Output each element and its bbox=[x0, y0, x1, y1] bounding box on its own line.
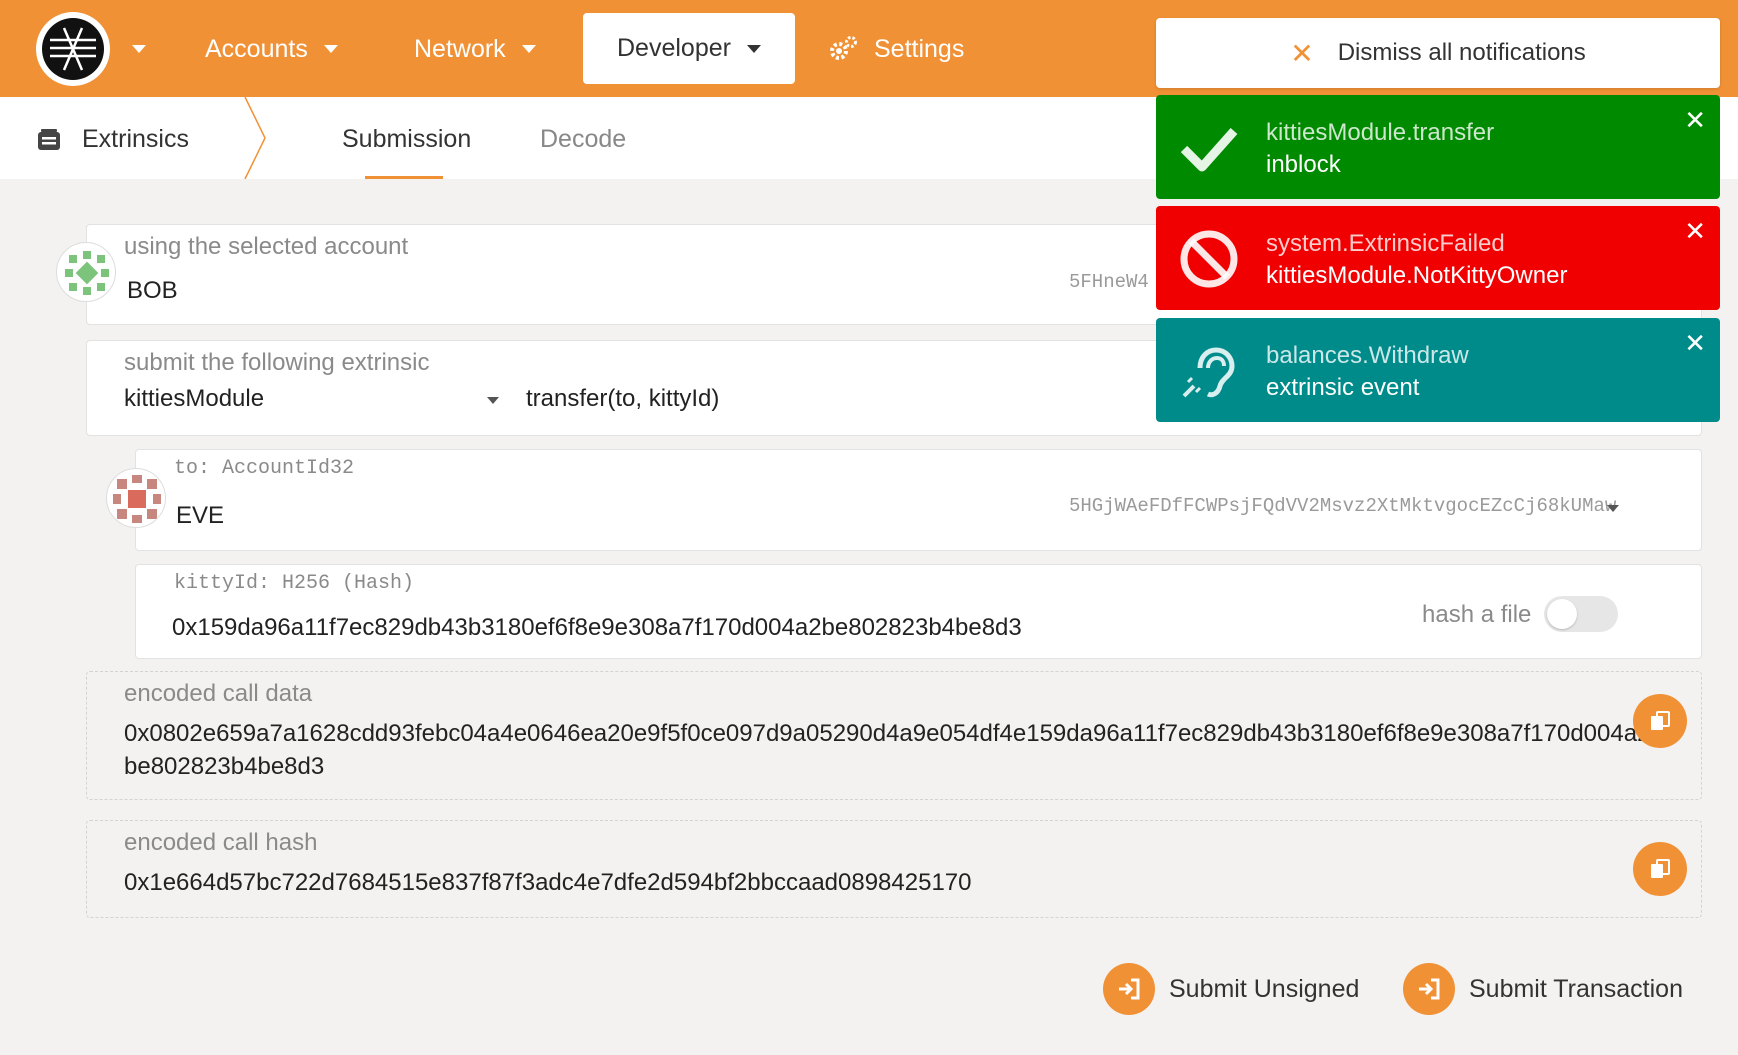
chevron-down-icon bbox=[487, 397, 499, 404]
section-title-label: Extrinsics bbox=[82, 125, 189, 153]
nav-network-label: Network bbox=[414, 34, 506, 63]
close-icon[interactable]: ✕ bbox=[1684, 105, 1706, 136]
breadcrumb-divider bbox=[244, 97, 266, 179]
extrinsics-icon bbox=[38, 128, 60, 150]
sign-in-icon bbox=[1403, 963, 1455, 1015]
param-to-name: EVE bbox=[176, 502, 225, 529]
param-kitty-label: kittyId: H256 (Hash) bbox=[174, 572, 415, 595]
copy-icon bbox=[1651, 859, 1670, 878]
encoded-call-hash-value: 0x1e664d57bc722d7684515e837f87f3adc4e7df… bbox=[124, 869, 972, 896]
account-label: using the selected account bbox=[124, 233, 409, 260]
param-to-label: to: AccountId32 bbox=[174, 457, 355, 480]
notification-subtitle: inblock bbox=[1266, 151, 1341, 178]
hash-file-toggle[interactable] bbox=[1544, 596, 1618, 632]
nav-accounts[interactable]: Accounts bbox=[205, 29, 338, 69]
close-icon: ✕ bbox=[1290, 37, 1314, 69]
chain-selector-caret-icon[interactable] bbox=[132, 45, 146, 53]
nav-network[interactable]: Network bbox=[414, 29, 536, 69]
nav-developer[interactable]: Developer bbox=[583, 13, 795, 84]
account-address: 5FHneW4 bbox=[1069, 271, 1149, 293]
dismiss-all-button[interactable]: ✕ Dismiss all notifications bbox=[1156, 18, 1720, 88]
recipient-identicon bbox=[106, 468, 166, 528]
chevron-down-icon bbox=[323, 45, 338, 53]
encoded-call-data-line2: be802823b4be8d3 bbox=[124, 753, 325, 780]
method-dropdown[interactable]: transfer(to, kittyId) bbox=[526, 385, 719, 413]
account-identicon bbox=[56, 242, 116, 302]
nav-developer-label: Developer bbox=[617, 34, 731, 62]
dismiss-all-label: Dismiss all notifications bbox=[1337, 39, 1586, 66]
encoded-call-hash-box: encoded call hash 0x1e664d57bc722d768451… bbox=[86, 820, 1702, 918]
encoded-call-data-label: encoded call data bbox=[124, 680, 313, 707]
nav-accounts-label: Accounts bbox=[205, 34, 308, 63]
nav-settings-label: Settings bbox=[874, 34, 965, 63]
module-dropdown[interactable]: kittiesModule bbox=[124, 385, 499, 425]
ban-icon bbox=[1180, 230, 1238, 288]
active-tab-indicator bbox=[365, 176, 443, 179]
notification-subtitle: kittiesModule.NotKittyOwner bbox=[1266, 262, 1568, 289]
close-icon[interactable]: ✕ bbox=[1684, 216, 1706, 247]
close-icon[interactable]: ✕ bbox=[1684, 328, 1706, 359]
chevron-down-icon bbox=[746, 44, 761, 53]
encoded-call-hash-label: encoded call hash bbox=[124, 829, 318, 856]
toggle-knob bbox=[1547, 599, 1577, 629]
notification-error: system.ExtrinsicFailed kittiesModule.Not… bbox=[1156, 206, 1720, 310]
submit-transaction-label: Submit Transaction bbox=[1469, 974, 1683, 1003]
hash-file-label: hash a file bbox=[1422, 601, 1532, 628]
copy-icon bbox=[1651, 711, 1670, 730]
copy-call-hash-button[interactable] bbox=[1633, 842, 1687, 896]
tab-decode[interactable]: Decode bbox=[540, 125, 626, 154]
notification-event: balances.Withdraw extrinsic event ✕ bbox=[1156, 318, 1720, 422]
notification-title: system.ExtrinsicFailed bbox=[1266, 230, 1505, 257]
notification-title: balances.Withdraw bbox=[1266, 342, 1469, 369]
substrate-logo[interactable] bbox=[36, 12, 110, 86]
chevron-down-icon[interactable] bbox=[1607, 505, 1619, 512]
chevron-down-icon bbox=[521, 45, 536, 53]
logo-icon bbox=[42, 18, 104, 80]
module-value: kittiesModule bbox=[124, 385, 265, 412]
section-title: Extrinsics bbox=[36, 125, 189, 154]
param-to-address: 5HGjWAeFDfFCWPsjFQdVV2Msvz2XtMktvgocEZcC… bbox=[1069, 495, 1617, 517]
check-icon bbox=[1180, 128, 1238, 172]
submit-transaction-button[interactable]: Submit Transaction bbox=[1403, 963, 1683, 1015]
submit-unsigned-label: Submit Unsigned bbox=[1169, 974, 1360, 1003]
copy-call-data-button[interactable] bbox=[1633, 694, 1687, 748]
param-to-field[interactable]: to: AccountId32 EVE 5HGjWAeFDfFCWPsjFQdV… bbox=[135, 449, 1702, 551]
param-kitty-field: kittyId: H256 (Hash) 0x159da96a11f7ec829… bbox=[135, 564, 1702, 659]
assistive-listening-icon bbox=[1182, 347, 1235, 398]
kitty-id-input[interactable]: 0x159da96a11f7ec829db43b3180ef6f8e9e308a… bbox=[172, 614, 1022, 642]
notification-success: kittiesModule.transfer inblock ✕ bbox=[1156, 95, 1720, 199]
nav-settings[interactable]: Settings bbox=[828, 29, 964, 69]
sign-in-icon bbox=[1103, 963, 1155, 1015]
notification-title: kittiesModule.transfer bbox=[1266, 119, 1495, 146]
extrinsic-label: submit the following extrinsic bbox=[124, 349, 430, 376]
notification-subtitle: extrinsic event bbox=[1266, 374, 1420, 401]
gears-icon bbox=[830, 36, 857, 60]
encoded-call-data-line1: 0x0802e659a7a1628cdd93febc04a4e0646ea20e… bbox=[124, 720, 1651, 747]
tab-submission[interactable]: Submission bbox=[342, 125, 471, 154]
account-name: BOB bbox=[127, 277, 178, 304]
submit-unsigned-button[interactable]: Submit Unsigned bbox=[1103, 963, 1359, 1015]
encoded-call-data-box: encoded call data 0x0802e659a7a1628cdd93… bbox=[86, 671, 1702, 800]
